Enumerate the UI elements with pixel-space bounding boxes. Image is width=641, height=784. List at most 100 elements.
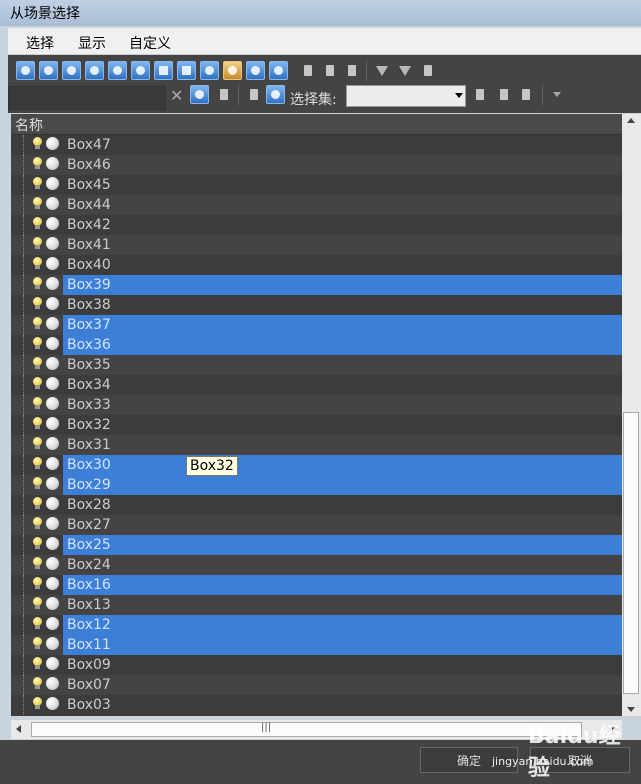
freeze-sphere-icon[interactable] bbox=[46, 617, 59, 630]
freeze-sphere-icon[interactable] bbox=[46, 557, 59, 570]
lightbulb-icon[interactable] bbox=[33, 377, 42, 389]
freeze-sphere-icon[interactable] bbox=[46, 137, 59, 150]
groups-filter-icon[interactable] bbox=[154, 61, 173, 80]
cameras-filter-icon[interactable] bbox=[85, 61, 104, 80]
lightbulb-icon[interactable] bbox=[33, 437, 42, 449]
freeze-sphere-icon[interactable] bbox=[46, 317, 59, 330]
scroll-up-icon[interactable] bbox=[627, 118, 635, 123]
filter-options-icon[interactable] bbox=[395, 61, 414, 80]
search-input[interactable] bbox=[8, 86, 166, 110]
list-item[interactable]: Box33 bbox=[11, 395, 622, 415]
vertical-scrollbar[interactable] bbox=[622, 114, 641, 716]
clear-search-icon[interactable]: ✕ bbox=[170, 86, 183, 105]
list-item[interactable]: Box45 bbox=[11, 175, 622, 195]
freeze-sphere-icon[interactable] bbox=[46, 397, 59, 410]
highlight-icon[interactable] bbox=[214, 85, 233, 104]
layers-icon[interactable] bbox=[244, 85, 263, 104]
menu-customize[interactable]: 自定义 bbox=[129, 33, 171, 53]
freeze-sphere-icon[interactable] bbox=[46, 637, 59, 650]
vertical-scroll-thumb[interactable] bbox=[623, 412, 639, 694]
lightbulb-icon[interactable] bbox=[33, 697, 42, 709]
lightbulb-icon[interactable] bbox=[33, 557, 42, 569]
lightbulb-icon[interactable] bbox=[33, 497, 42, 509]
list-item[interactable]: Box34 bbox=[11, 375, 622, 395]
lightbulb-icon[interactable] bbox=[33, 537, 42, 549]
freeze-sphere-icon[interactable] bbox=[46, 437, 59, 450]
list-item[interactable]: Box13 bbox=[11, 595, 622, 615]
lightbulb-icon[interactable] bbox=[33, 257, 42, 269]
list-item[interactable]: Box11 bbox=[11, 635, 622, 655]
display-icon[interactable] bbox=[418, 61, 437, 80]
shapes-filter-icon[interactable] bbox=[39, 61, 58, 80]
list-item[interactable]: Box16 bbox=[11, 575, 622, 595]
lightbulb-icon[interactable] bbox=[33, 677, 42, 689]
freeze-sphere-icon[interactable] bbox=[46, 337, 59, 350]
lightbulb-icon[interactable] bbox=[33, 577, 42, 589]
select-invert-icon[interactable] bbox=[342, 61, 361, 80]
lightbulb-icon[interactable] bbox=[33, 137, 42, 149]
lightbulb-icon[interactable] bbox=[33, 417, 42, 429]
list-item[interactable]: Box41 bbox=[11, 235, 622, 255]
list-item[interactable]: Box12 bbox=[11, 615, 622, 635]
freeze-sphere-icon[interactable] bbox=[46, 417, 59, 430]
lightbulb-icon[interactable] bbox=[33, 617, 42, 629]
lightbulb-icon[interactable] bbox=[33, 357, 42, 369]
list-item[interactable]: Box40 bbox=[11, 255, 622, 275]
freeze-sphere-icon[interactable] bbox=[46, 677, 59, 690]
menu-select[interactable]: 选择 bbox=[26, 33, 54, 53]
remove-from-selection-set-icon[interactable] bbox=[516, 85, 535, 104]
list-item[interactable]: Box42 bbox=[11, 215, 622, 235]
helpers-filter-icon[interactable] bbox=[108, 61, 127, 80]
lightbulb-icon[interactable] bbox=[33, 217, 42, 229]
list-item[interactable]: Box31 bbox=[11, 435, 622, 455]
freeze-sphere-icon[interactable] bbox=[46, 217, 59, 230]
hierarchy-icon[interactable] bbox=[266, 85, 285, 104]
freeze-sphere-icon[interactable] bbox=[46, 237, 59, 250]
spacewarps-filter-icon[interactable] bbox=[131, 61, 150, 80]
select-all-icon[interactable] bbox=[298, 61, 317, 80]
hidden-filter-icon[interactable] bbox=[269, 61, 288, 80]
lightbulb-icon[interactable] bbox=[33, 597, 42, 609]
filter-icon[interactable] bbox=[372, 61, 391, 80]
list-item[interactable]: Box46 bbox=[11, 155, 622, 175]
create-selection-set-icon[interactable] bbox=[470, 85, 489, 104]
list-item[interactable]: Box38 bbox=[11, 295, 622, 315]
frozen-filter-icon[interactable] bbox=[246, 61, 265, 80]
lightbulb-icon[interactable] bbox=[33, 657, 42, 669]
select-none-icon[interactable] bbox=[320, 61, 339, 80]
freeze-sphere-icon[interactable] bbox=[46, 197, 59, 210]
lightbulb-icon[interactable] bbox=[33, 337, 42, 349]
lightbulb-icon[interactable] bbox=[33, 317, 42, 329]
list-item[interactable]: Box24 bbox=[11, 555, 622, 575]
list-item[interactable]: Box37 bbox=[11, 315, 622, 335]
lights-filter-icon[interactable] bbox=[62, 61, 81, 80]
freeze-sphere-icon[interactable] bbox=[46, 477, 59, 490]
menu-display[interactable]: 显示 bbox=[78, 33, 106, 53]
list-item[interactable]: Box30 bbox=[11, 455, 622, 475]
find-filter-icon[interactable] bbox=[190, 85, 209, 104]
list-item[interactable]: Box03 bbox=[11, 695, 622, 715]
freeze-sphere-icon[interactable] bbox=[46, 497, 59, 510]
freeze-sphere-icon[interactable] bbox=[46, 157, 59, 170]
freeze-sphere-icon[interactable] bbox=[46, 357, 59, 370]
list-item[interactable]: Box27 bbox=[11, 515, 622, 535]
list-item[interactable]: Box07 bbox=[11, 675, 622, 695]
freeze-sphere-icon[interactable] bbox=[46, 257, 59, 270]
freeze-sphere-icon[interactable] bbox=[46, 177, 59, 190]
list-item[interactable]: Box25 bbox=[11, 535, 622, 555]
containers-filter-icon[interactable] bbox=[223, 61, 242, 80]
lightbulb-icon[interactable] bbox=[33, 177, 42, 189]
list-item[interactable]: Box32 bbox=[11, 415, 622, 435]
lightbulb-icon[interactable] bbox=[33, 297, 42, 309]
lightbulb-icon[interactable] bbox=[33, 237, 42, 249]
freeze-sphere-icon[interactable] bbox=[46, 297, 59, 310]
toolbar-dropdown-icon[interactable] bbox=[553, 92, 561, 97]
add-to-selection-set-icon[interactable] bbox=[494, 85, 513, 104]
geometry-filter-icon[interactable] bbox=[16, 61, 35, 80]
freeze-sphere-icon[interactable] bbox=[46, 377, 59, 390]
selection-set-dropdown[interactable] bbox=[346, 85, 466, 107]
lightbulb-icon[interactable] bbox=[33, 397, 42, 409]
list-item[interactable]: Box36 bbox=[11, 335, 622, 355]
freeze-sphere-icon[interactable] bbox=[46, 597, 59, 610]
horizontal-scroll-thumb[interactable] bbox=[31, 722, 582, 737]
